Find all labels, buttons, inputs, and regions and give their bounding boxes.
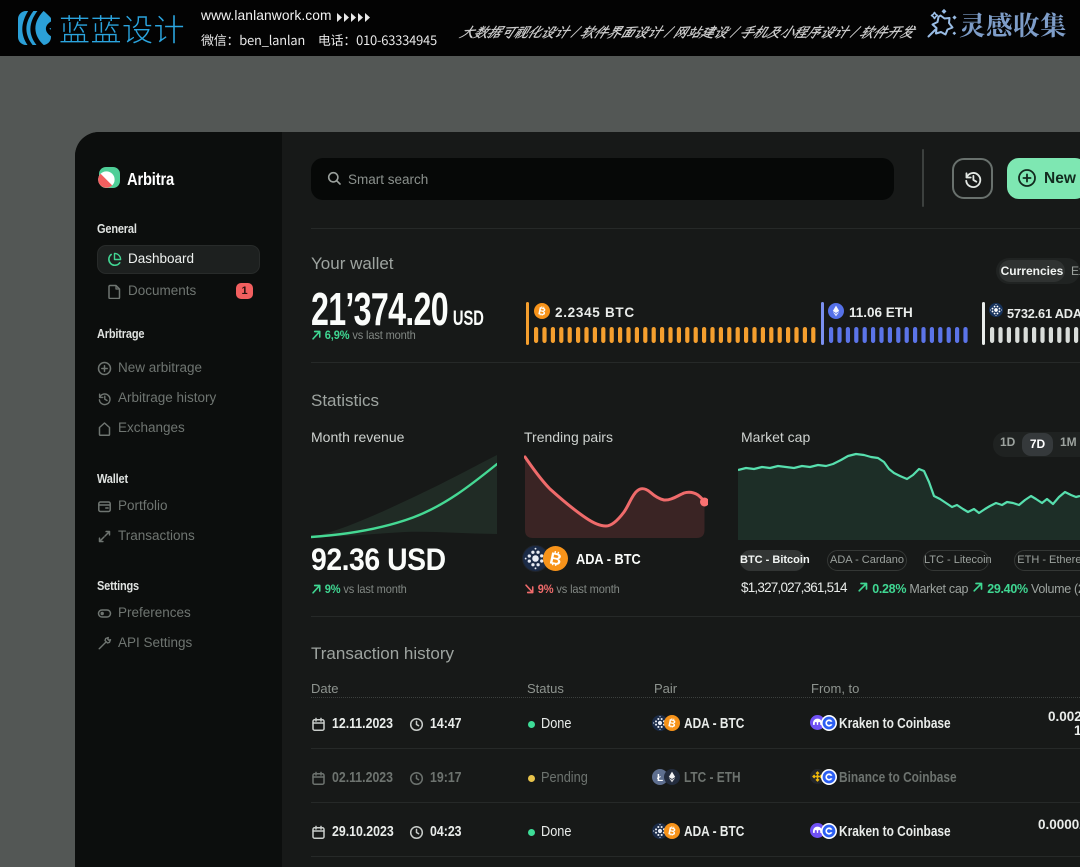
svg-text:Ł: Ł [657, 773, 663, 784]
